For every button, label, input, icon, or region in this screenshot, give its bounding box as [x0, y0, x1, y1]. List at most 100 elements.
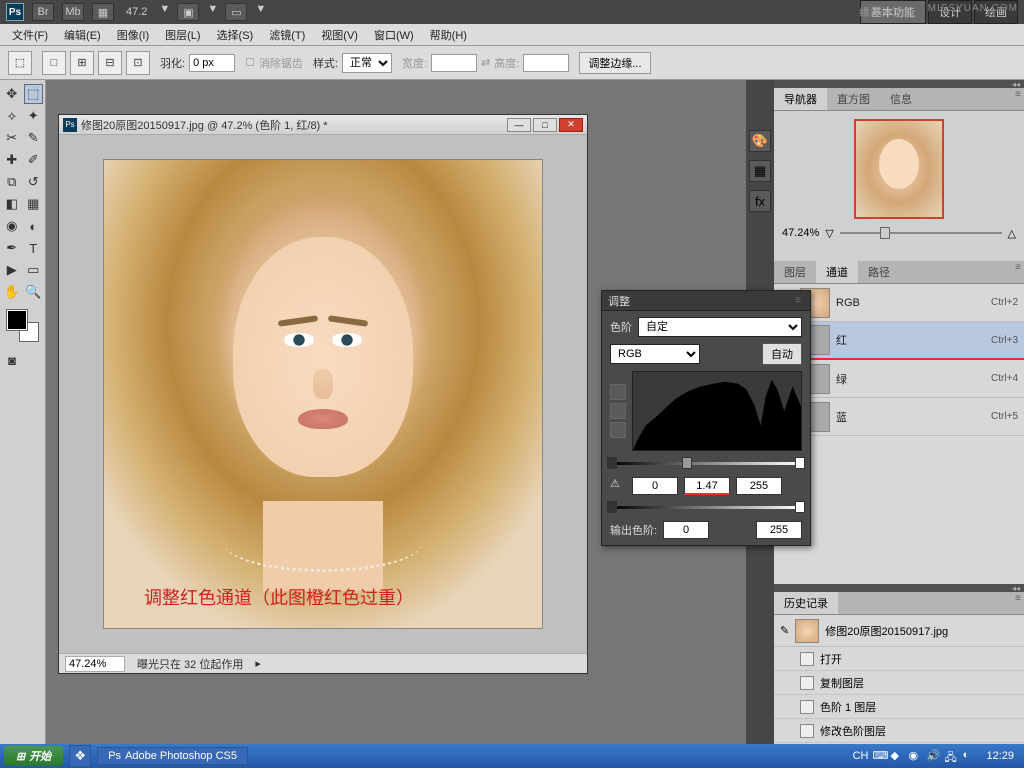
nav-zoom-readout[interactable]: 47.24%: [782, 227, 819, 239]
marquee-tool-icon[interactable]: ⬚: [24, 84, 44, 104]
swatches-panel-icon[interactable]: ▦: [749, 160, 771, 182]
zoom-dropdown-icon[interactable]: ▼: [159, 3, 169, 21]
black-eyedropper-icon[interactable]: [610, 384, 626, 400]
adjustments-tab[interactable]: 调整: [608, 293, 630, 309]
channel-select[interactable]: RGB: [610, 344, 700, 364]
style-select[interactable]: 正常: [342, 53, 392, 73]
menu-layer[interactable]: 图层(L): [157, 25, 208, 45]
info-tab[interactable]: 信息: [880, 88, 922, 110]
gamma-handle[interactable]: [682, 457, 692, 469]
history-collapse-icon[interactable]: ◂◂: [774, 584, 1024, 592]
ime-indicator[interactable]: CH: [853, 750, 869, 762]
dodge-tool-icon[interactable]: ◐: [24, 216, 44, 236]
blur-tool-icon[interactable]: ◉: [2, 216, 22, 236]
history-step-open[interactable]: 打开: [774, 647, 1024, 671]
bridge-button[interactable]: Br: [32, 3, 54, 21]
screen-mode-button[interactable]: ▭: [225, 3, 247, 21]
styles-panel-icon[interactable]: fx: [749, 190, 771, 212]
feather-input[interactable]: [189, 54, 235, 72]
shape-tool-icon[interactable]: ▭: [24, 260, 44, 280]
start-button[interactable]: ⊞开始: [4, 746, 63, 766]
doc-zoom-input[interactable]: [65, 656, 125, 672]
ch-panel-menu-icon[interactable]: ≡: [1012, 261, 1024, 273]
select-add-icon[interactable]: ⊞: [70, 51, 94, 75]
history-tab[interactable]: 历史记录: [774, 592, 838, 614]
taskbar-photoshop[interactable]: PsAdobe Photoshop CS5: [97, 747, 248, 765]
color-swatches[interactable]: [7, 310, 39, 342]
select-intersect-icon[interactable]: ⊡: [126, 51, 150, 75]
gradient-tool-icon[interactable]: ▦: [24, 194, 44, 214]
keyboard-tray-icon[interactable]: ⌨: [872, 749, 886, 763]
screen-dropdown-icon[interactable]: ▼: [255, 3, 265, 21]
move-tool-icon[interactable]: ✥: [2, 84, 22, 104]
type-tool-icon[interactable]: T: [24, 238, 44, 258]
white-point-handle[interactable]: [795, 457, 805, 469]
heal-tool-icon[interactable]: ✚: [2, 150, 22, 170]
tray-icon-3[interactable]: ◐: [962, 749, 976, 763]
status-dropdown-icon[interactable]: ▸: [255, 657, 261, 670]
paths-tab[interactable]: 路径: [858, 261, 900, 283]
tool-preset-icon[interactable]: ⬚: [8, 51, 32, 75]
levels-preset-select[interactable]: 自定: [638, 317, 802, 337]
stamp-tool-icon[interactable]: ⧉: [2, 172, 22, 192]
auto-button[interactable]: 自动: [762, 343, 802, 365]
history-step-levels[interactable]: 色阶 1 图层: [774, 695, 1024, 719]
hist-panel-menu-icon[interactable]: ≡: [1012, 592, 1024, 604]
adjustments-panel[interactable]: 调整≡ 色阶 自定 RGB 自动: [601, 290, 811, 546]
out-white-handle[interactable]: [795, 501, 805, 513]
select-subtract-icon[interactable]: ⊟: [98, 51, 122, 75]
output-slider[interactable]: [612, 501, 800, 515]
tray-icon-2[interactable]: ◉: [908, 749, 922, 763]
menu-help[interactable]: 帮助(H): [422, 25, 475, 45]
zoom-tool-icon[interactable]: 🔍: [24, 282, 44, 302]
quickmask-icon[interactable]: ◙: [2, 350, 22, 370]
out-white-input[interactable]: [756, 521, 802, 539]
white-eyedropper-icon[interactable]: [610, 422, 626, 438]
zoom-level[interactable]: 47.2: [122, 6, 151, 18]
network-tray-icon[interactable]: 🖧: [944, 749, 958, 763]
arrange-dropdown-icon[interactable]: ▼: [207, 3, 217, 21]
hand-tool-icon[interactable]: ✋: [2, 282, 22, 302]
lasso-tool-icon[interactable]: ⟡: [2, 106, 22, 126]
menu-view[interactable]: 视图(V): [313, 25, 366, 45]
tray-icon-1[interactable]: ◆: [890, 749, 904, 763]
layers-tab[interactable]: 图层: [774, 261, 816, 283]
channel-blue[interactable]: 👁 蓝 Ctrl+5: [774, 398, 1024, 436]
out-black-handle[interactable]: [607, 501, 617, 513]
panel-menu-icon[interactable]: ≡: [792, 295, 804, 307]
zoom-out-icon[interactable]: ▽: [825, 227, 833, 240]
gray-eyedropper-icon[interactable]: [610, 403, 626, 419]
channel-green[interactable]: 👁 绿 Ctrl+4: [774, 360, 1024, 398]
pen-tool-icon[interactable]: ✒: [2, 238, 22, 258]
menu-edit[interactable]: 编辑(E): [56, 25, 109, 45]
menu-file[interactable]: 文件(F): [4, 25, 56, 45]
zoom-in-icon[interactable]: △: [1008, 227, 1016, 240]
black-input[interactable]: [632, 477, 678, 495]
maximize-button[interactable]: □: [533, 118, 557, 132]
histogram-tab[interactable]: 直方图: [827, 88, 880, 110]
minibridge-button[interactable]: Mb: [62, 3, 84, 21]
channels-tab[interactable]: 通道: [816, 261, 858, 283]
eraser-tool-icon[interactable]: ◧: [2, 194, 22, 214]
channel-rgb[interactable]: 👁 RGB Ctrl+2: [774, 284, 1024, 322]
menu-select[interactable]: 选择(S): [209, 25, 262, 45]
nav-panel-menu-icon[interactable]: ≡: [1012, 88, 1024, 100]
channel-red[interactable]: 👁 红 Ctrl+3: [774, 322, 1024, 360]
menu-window[interactable]: 窗口(W): [366, 25, 422, 45]
black-point-handle[interactable]: [607, 457, 617, 469]
crop-tool-icon[interactable]: ✂: [2, 128, 22, 148]
document-titlebar[interactable]: Ps 修图20原图20150917.jpg @ 47.2% (色阶 1, 红/8…: [59, 115, 587, 135]
brush-snapshot-icon[interactable]: ✎: [780, 624, 789, 637]
minimize-button[interactable]: —: [507, 118, 531, 132]
view-extras-button[interactable]: ▦: [92, 3, 114, 21]
history-step-modify[interactable]: 修改色阶图层: [774, 719, 1024, 743]
out-black-input[interactable]: [663, 521, 709, 539]
quicklaunch-icon[interactable]: ❖: [69, 745, 91, 767]
wand-tool-icon[interactable]: ✦: [24, 106, 44, 126]
navigator-tab[interactable]: 导航器: [774, 88, 827, 110]
fg-color-swatch[interactable]: [7, 310, 27, 330]
menu-filter[interactable]: 滤镜(T): [261, 25, 313, 45]
eyedropper-tool-icon[interactable]: ✎: [24, 128, 44, 148]
canvas[interactable]: 调整红色通道（此图橙红色过重）: [59, 135, 587, 653]
menu-image[interactable]: 图像(I): [109, 25, 157, 45]
